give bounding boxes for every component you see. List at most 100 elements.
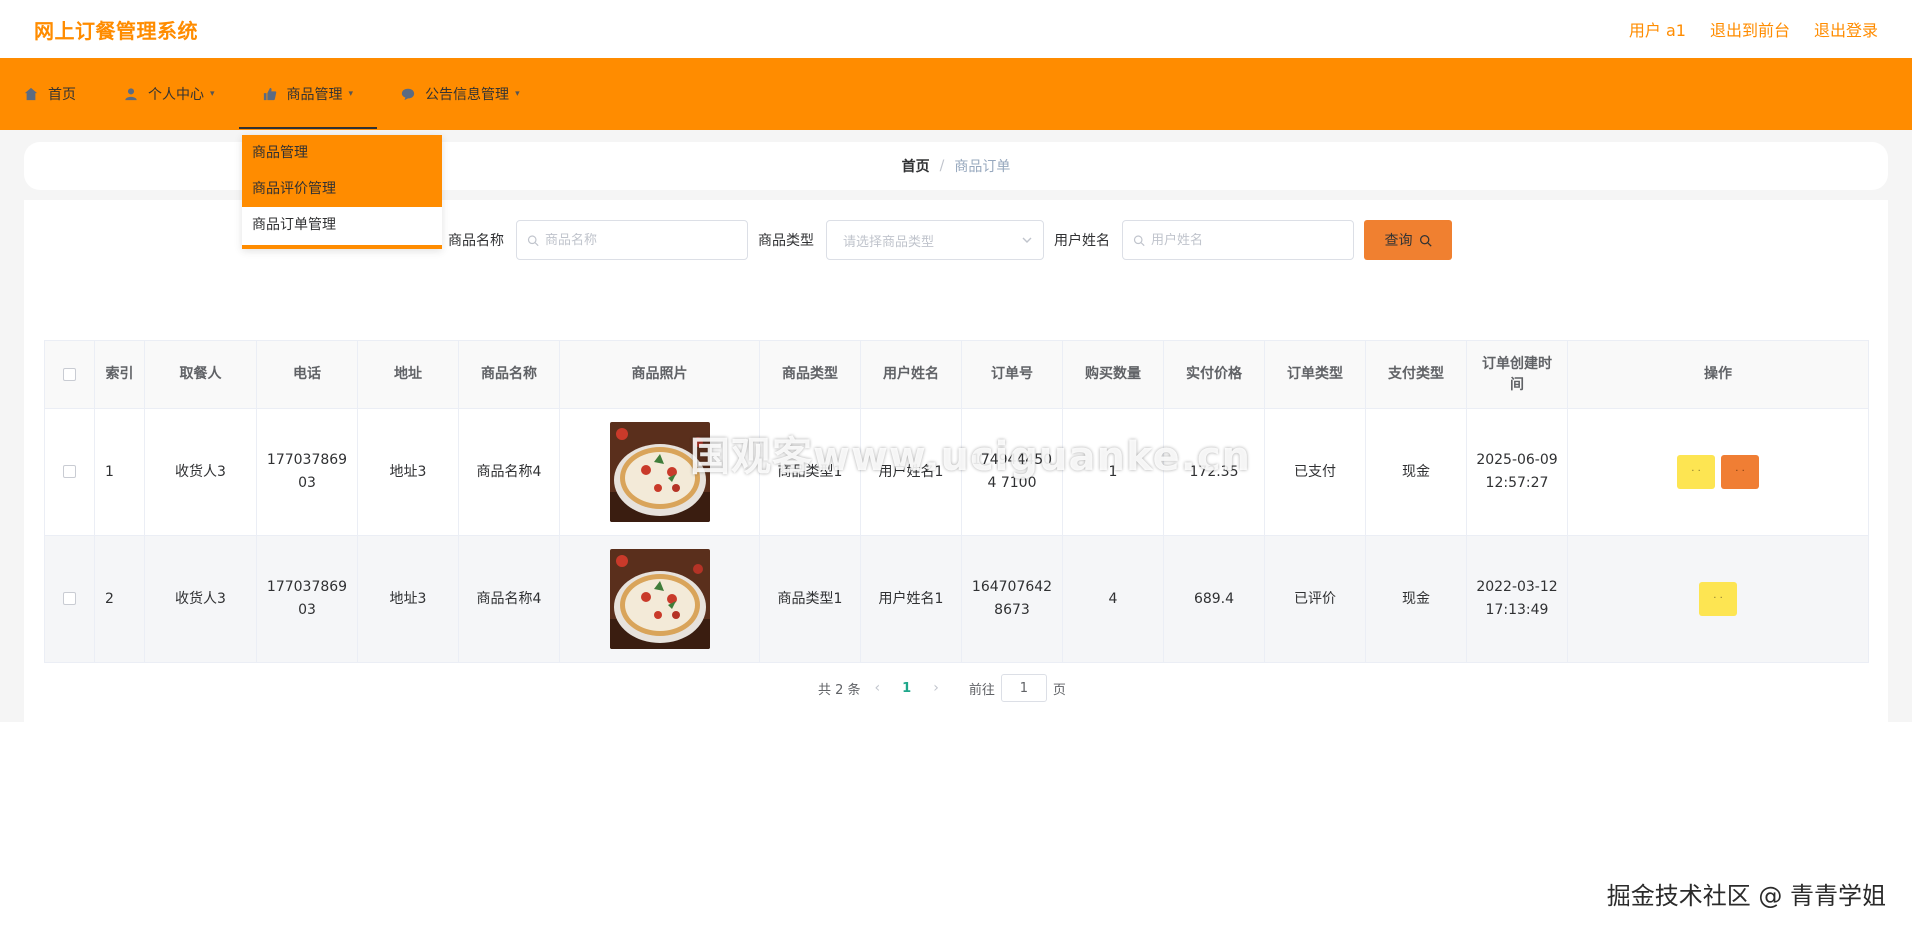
- price-cell: 172.35: [1163, 408, 1265, 536]
- address-cell: 地址3: [357, 408, 459, 536]
- search-icon: [1133, 234, 1145, 246]
- thumb-up-icon: [263, 87, 276, 101]
- actions-cell: · ·: [1567, 535, 1869, 663]
- goto-label: 前往: [968, 682, 995, 698]
- nav-item-announcements[interactable]: 公告信息管理 ▾: [399, 58, 544, 130]
- column-header: 订单号: [961, 340, 1063, 409]
- index-cell: 1: [94, 408, 145, 536]
- nav-item-home[interactable]: 首页: [22, 58, 100, 130]
- product-name-field: [516, 220, 748, 260]
- column-header: 电话: [256, 340, 358, 409]
- index-cell: 2: [94, 535, 145, 663]
- column-header: 实付价格: [1163, 340, 1265, 409]
- table-header-row: 索引 取餐人 电话 地址 商品名称 商品照片 商品类型 用户姓名 订单号 购买数…: [44, 340, 1869, 409]
- total-count: 共 2 条: [818, 682, 861, 698]
- column-header: 用户姓名: [860, 340, 962, 409]
- page-jump-input[interactable]: 1: [1000, 674, 1047, 702]
- pay-type-cell: 现金: [1365, 535, 1467, 663]
- pay-type-cell: 现金: [1365, 408, 1467, 536]
- product-photo-cell: [559, 535, 760, 663]
- product-name-label: 商品名称: [448, 233, 504, 249]
- column-header: 索引: [94, 340, 145, 409]
- column-header: 操作: [1567, 340, 1869, 409]
- user-name-field: [1122, 220, 1354, 260]
- search-icon: [527, 234, 539, 246]
- nav-item-label: 首页: [48, 87, 76, 103]
- back-to-front-link[interactable]: 退出到前台: [1710, 17, 1790, 41]
- user-name-cell: 用户姓名1: [860, 408, 962, 536]
- order-type-cell: 已支付: [1264, 408, 1366, 536]
- chevron-down-icon: ▾: [348, 89, 354, 99]
- user-name-cell: 用户姓名1: [860, 535, 962, 663]
- column-header: 商品照片: [559, 340, 760, 409]
- nav-item-profile[interactable]: 个人中心 ▾: [122, 58, 239, 130]
- table-row: 1 收货人3 17703786903 地址3 商品名称4 商品类型1 用户姓名1…: [44, 408, 1869, 536]
- pizza-photo[interactable]: [609, 422, 710, 522]
- breadcrumb-separator: /: [939, 158, 945, 174]
- search-button[interactable]: 查询: [1364, 220, 1452, 260]
- receiver-cell: 收货人3: [144, 408, 257, 536]
- chevron-down-icon: [1022, 237, 1032, 243]
- product-type-placeholder: 请选择商品类型: [843, 234, 935, 250]
- column-header: 订单类型: [1264, 340, 1366, 409]
- order-number-cell: 1647076428673: [961, 535, 1063, 663]
- column-header: 取餐人: [144, 340, 257, 409]
- header-actions: 用户 a1 退出到前台 退出登录: [1629, 17, 1878, 41]
- chat-icon: [401, 88, 415, 101]
- main-nav: 首页 个人中心 ▾ 商品管理 ▾ 公告信息管理 ▾: [0, 58, 1912, 130]
- chevron-down-icon: ▾: [210, 89, 215, 99]
- top-header: 网上订餐管理系统 用户 a1 退出到前台 退出登录: [0, 0, 1912, 58]
- select-all-cell: [44, 340, 95, 409]
- order-number-cell: 1749444504 7100: [961, 408, 1063, 536]
- user-icon: [125, 88, 137, 101]
- products-dropdown-menu: 商品管理 商品评价管理 商品订单管理: [242, 135, 442, 249]
- product-name-input[interactable]: [544, 232, 747, 248]
- nav-item-label: 个人中心: [148, 87, 204, 103]
- edit-button[interactable]: · ·: [1677, 455, 1715, 489]
- column-header: 订单创建时间: [1466, 340, 1568, 409]
- dropdown-item-product-management[interactable]: 商品管理: [242, 135, 442, 171]
- row-select-cell: [44, 408, 95, 536]
- created-time-cell: 2022-03-12 17:13:49: [1466, 535, 1568, 663]
- page-suffix: 页: [1052, 682, 1066, 698]
- edit-button[interactable]: · ·: [1699, 582, 1737, 616]
- next-page-icon[interactable]: ›: [933, 680, 939, 696]
- phone-cell: 17703786903: [256, 535, 358, 663]
- search-button-label: 查询: [1384, 233, 1413, 249]
- price-cell: 689.4: [1163, 535, 1265, 663]
- product-type-cell: 商品类型1: [759, 535, 861, 663]
- nav-item-label: 公告信息管理: [425, 87, 510, 103]
- user-name-label: 用户姓名: [1054, 233, 1110, 249]
- column-header: 支付类型: [1365, 340, 1467, 409]
- logout-link[interactable]: 退出登录: [1814, 17, 1878, 41]
- nav-item-products[interactable]: 商品管理 ▾: [238, 58, 378, 130]
- dropdown-item-review-management[interactable]: 商品评价管理: [242, 171, 442, 207]
- user-name-link[interactable]: 用户 a1: [1629, 17, 1686, 41]
- phone-cell: 17703786903: [256, 408, 358, 536]
- receiver-cell: 收货人3: [144, 535, 257, 663]
- column-header: 购买数量: [1062, 340, 1164, 409]
- product-name-cell: 商品名称4: [458, 535, 560, 663]
- prev-page-icon[interactable]: ‹: [875, 680, 881, 696]
- select-all-checkbox[interactable]: [63, 367, 76, 381]
- delete-button[interactable]: · ·: [1721, 455, 1759, 489]
- quantity-cell: 1: [1062, 408, 1164, 536]
- product-name-cell: 商品名称4: [458, 408, 560, 536]
- pizza-photo[interactable]: [609, 549, 710, 649]
- actions-cell: · · · ·: [1567, 408, 1869, 536]
- pagination: 共 2 条 ‹ 1 › 前往 1 页: [818, 674, 1066, 702]
- row-checkbox[interactable]: [63, 465, 76, 478]
- breadcrumb-current: 商品订单: [954, 159, 1011, 175]
- search-bar: 商品名称 商品类型 请选择商品类型 用户姓名 查询: [448, 220, 1452, 260]
- page-number-current[interactable]: 1: [902, 681, 911, 696]
- dropdown-bottom-bar: [242, 245, 442, 249]
- product-photo-cell: [559, 408, 760, 536]
- product-type-select[interactable]: 请选择商品类型: [826, 220, 1044, 260]
- search-icon: [1419, 234, 1432, 247]
- chevron-down-icon: ▾: [515, 89, 520, 99]
- dropdown-item-order-management[interactable]: 商品订单管理: [242, 207, 442, 243]
- user-name-input[interactable]: [1150, 232, 1353, 248]
- row-checkbox[interactable]: [63, 592, 76, 605]
- product-type-cell: 商品类型1: [759, 408, 861, 536]
- breadcrumb-home[interactable]: 首页: [902, 156, 930, 176]
